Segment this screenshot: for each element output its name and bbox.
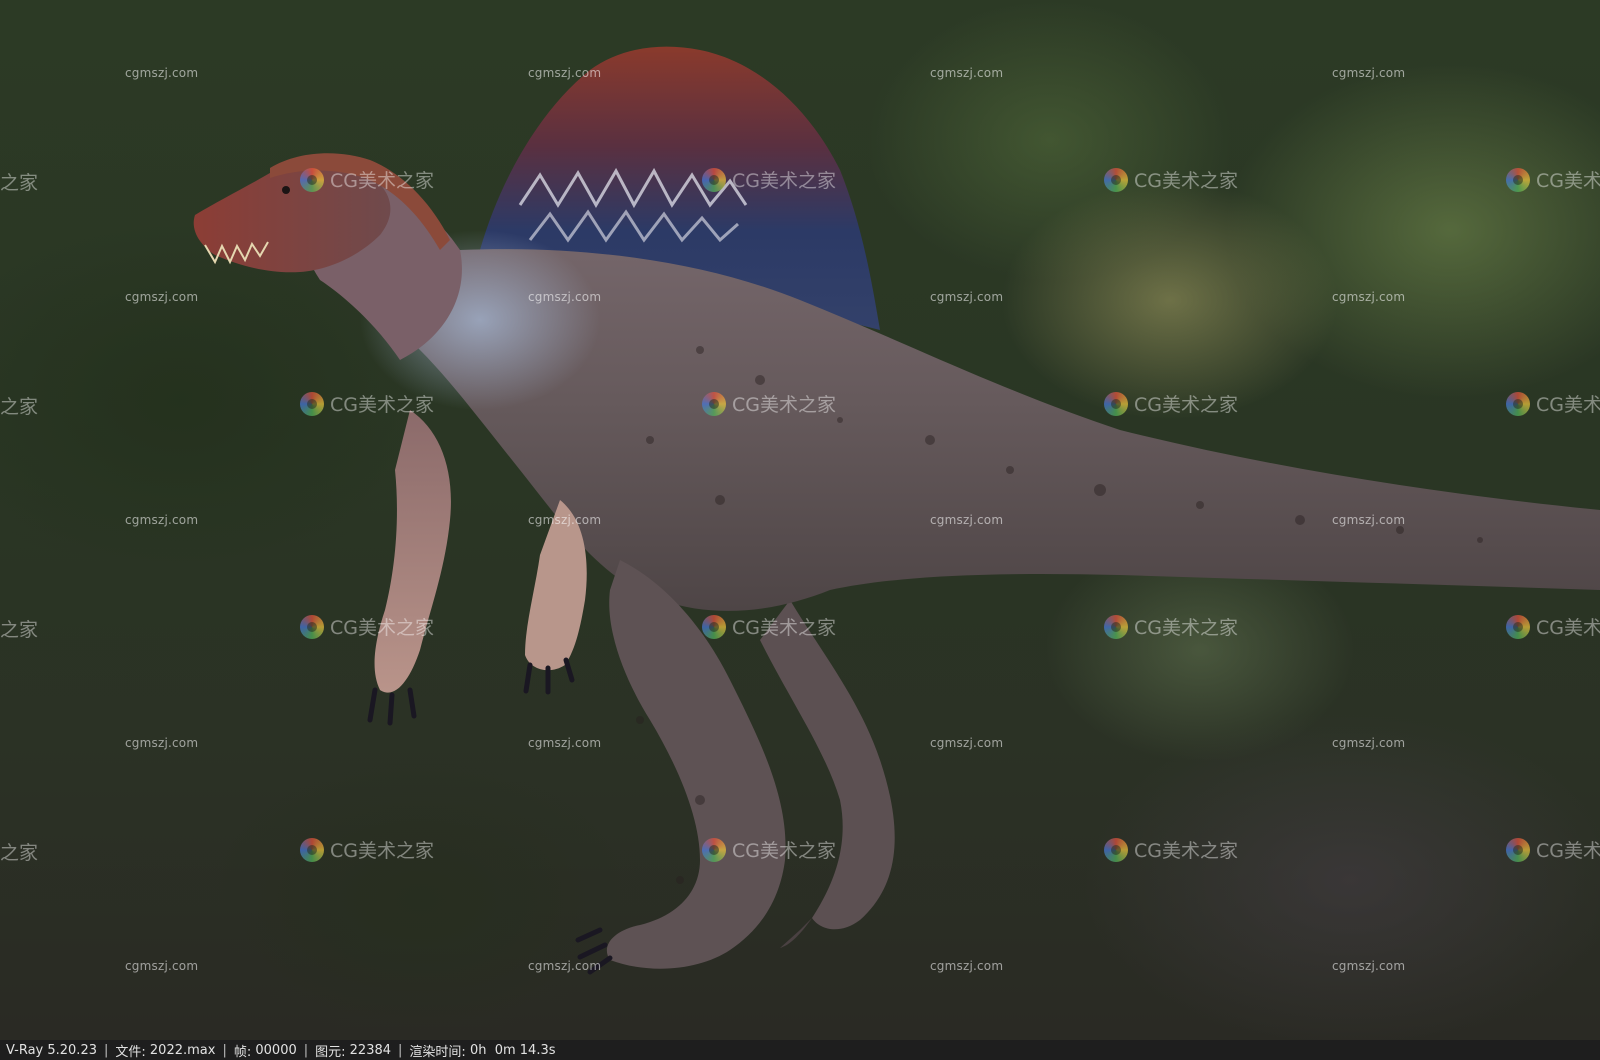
render-time-label: 渲染时间: bbox=[409, 1044, 466, 1060]
frame-number: 00000 bbox=[255, 1042, 297, 1058]
near-foot-claws bbox=[575, 927, 613, 975]
render-time: 0h 0m 14.3s bbox=[469, 1042, 556, 1058]
render-viewport: cgmszj.com cgmszj.com cgmszj.com cgmszj.… bbox=[0, 0, 1600, 1040]
spinosaurus-render bbox=[193, 46, 1600, 975]
far-arm bbox=[525, 500, 587, 671]
eye bbox=[282, 186, 290, 194]
far-foot bbox=[780, 918, 812, 948]
near-claws bbox=[367, 687, 417, 726]
near-leg bbox=[606, 560, 786, 969]
primitives-count: 22384 bbox=[349, 1042, 392, 1058]
frame-label: 帧: bbox=[233, 1044, 252, 1060]
render-status-bar: V-Ray 5.20.23 | 文件: 2022.max | 帧: 00000 … bbox=[0, 1040, 1600, 1060]
file-label: 文件: bbox=[115, 1044, 146, 1060]
renderer-version: V-Ray 5.20.23 bbox=[6, 1042, 97, 1058]
file-name: 2022.max bbox=[149, 1042, 216, 1058]
near-arm bbox=[374, 410, 451, 693]
primitives-label: 图元: bbox=[315, 1044, 346, 1060]
